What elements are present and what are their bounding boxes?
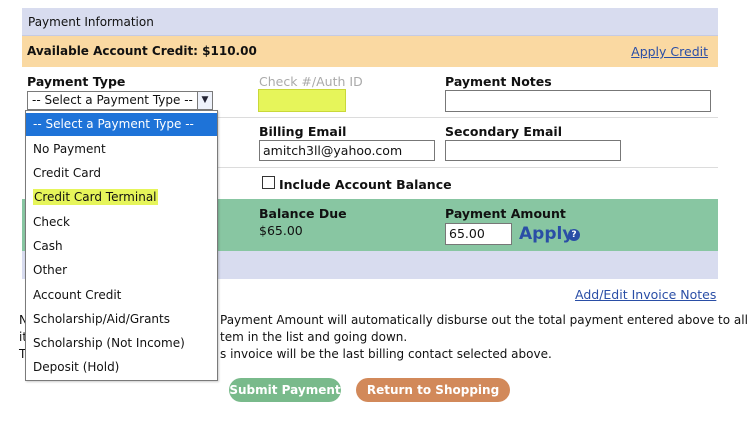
dropdown-option[interactable]: Cash: [26, 235, 217, 258]
dropdown-option[interactable]: -- Select a Payment Type --: [26, 113, 217, 136]
dropdown-option[interactable]: Other: [26, 259, 217, 282]
billing-email-value: amitch3ll@yahoo.com: [263, 143, 403, 158]
dropdown-option[interactable]: Deposit (Hold): [26, 356, 217, 379]
available-credit-label: Available Account Credit: $110.00: [27, 44, 257, 58]
row-divider: [218, 117, 718, 118]
dropdown-option[interactable]: Account Credit: [26, 284, 217, 307]
balance-due-value: $65.00: [259, 223, 303, 238]
payment-type-dropdown: -- Select a Payment Type -- No Payment C…: [25, 110, 218, 381]
note-line3: s invoice will be the last billing conta…: [220, 347, 552, 361]
check-auth-label: Check #/Auth ID: [259, 74, 363, 89]
add-edit-invoice-notes-link[interactable]: Add/Edit Invoice Notes: [575, 287, 716, 302]
dropdown-option[interactable]: Credit Card: [26, 162, 217, 185]
include-balance-label: Include Account Balance: [279, 177, 452, 192]
payment-notes-input[interactable]: [445, 90, 711, 112]
note-line1: Payment Amount will automatically disbur…: [220, 313, 748, 327]
billing-email-label: Billing Email: [259, 124, 347, 139]
include-balance-checkbox[interactable]: [262, 176, 275, 189]
apply-button[interactable]: Apply: [519, 224, 573, 244]
apply-credit-link[interactable]: Apply Credit: [631, 44, 708, 59]
dropdown-option[interactable]: Scholarship (Not Income): [26, 332, 217, 355]
note-line2: tem in the list and going down.: [220, 330, 408, 344]
row-divider: [218, 167, 718, 168]
return-to-cart-button[interactable]: Return to Shopping Cart: [356, 378, 510, 421]
secondary-email-field[interactable]: [445, 140, 621, 161]
dropdown-option[interactable]: Check: [26, 211, 217, 234]
dropdown-option[interactable]: Credit Card Terminal: [26, 186, 217, 209]
balance-due-label: Balance Due: [259, 206, 347, 221]
dropdown-option[interactable]: No Payment: [26, 138, 217, 161]
payment-amount-label: Payment Amount: [445, 206, 566, 221]
payment-amount-input[interactable]: 65.00: [445, 223, 512, 245]
help-icon[interactable]: ?: [568, 229, 580, 241]
payment-notes-label: Payment Notes: [445, 74, 552, 89]
payment-type-label: Payment Type: [27, 74, 126, 89]
billing-email-field[interactable]: amitch3ll@yahoo.com: [259, 140, 435, 161]
chevron-down-icon[interactable]: ▼: [197, 92, 212, 109]
payment-type-select[interactable]: -- Select a Payment Type -- ▼: [27, 91, 213, 110]
payment-amount-value: 65.00: [449, 226, 485, 241]
dropdown-option[interactable]: Scholarship/Aid/Grants: [26, 308, 217, 331]
payment-type-selected-value: -- Select a Payment Type --: [32, 93, 193, 107]
submit-payment-button[interactable]: Submit Payment: [229, 378, 341, 402]
secondary-email-label: Secondary Email: [445, 124, 562, 139]
payment-info-header: Payment Information: [22, 8, 718, 36]
check-auth-input[interactable]: [258, 89, 346, 112]
available-credit-bar: Available Account Credit: $110.00 Apply …: [22, 36, 718, 67]
payment-info-title: Payment Information: [28, 15, 154, 29]
